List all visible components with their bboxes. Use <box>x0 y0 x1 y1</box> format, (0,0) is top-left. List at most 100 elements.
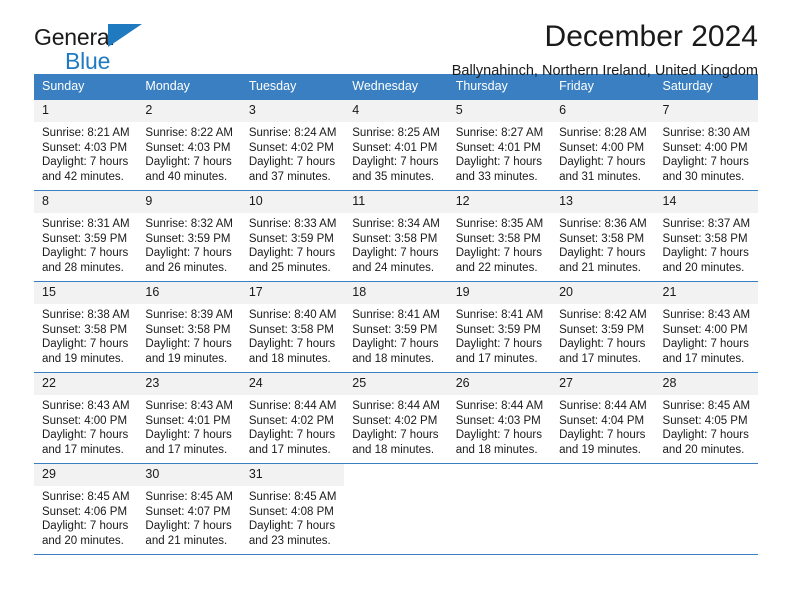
sunrise-time: Sunrise: 8:22 AM <box>145 127 233 139</box>
calendar-day-cell[interactable]: 15 Sunrise: 8:38 AM Sunset: 3:58 PM Dayligh… <box>34 281 138 373</box>
daylight-duration-line2: and 35 minutes. <box>352 170 435 183</box>
calendar-day-cell[interactable]: 3 Sunrise: 8:24 AM Sunset: 4:02 PM Daylight… <box>240 99 345 191</box>
daylight-duration-line2: and 17 minutes. <box>455 352 538 365</box>
daylight-duration-line1: Daylight: 7 hours <box>455 429 542 442</box>
day-details <box>551 486 654 490</box>
calendar-day-cell[interactable]: 30 Sunrise: 8:45 AM Sunset: 4:07 PM Dayligh… <box>137 463 241 554</box>
daylight-duration-line2: and 26 minutes. <box>145 261 228 274</box>
daylight-duration-line2: and 22 minutes. <box>455 261 538 274</box>
sunset-time: Sunset: 3:58 PM <box>662 232 748 245</box>
day-number: 17 <box>240 282 345 304</box>
sunrise-time: Sunrise: 8:35 AM <box>455 218 544 230</box>
calendar-day-cell[interactable]: 7 Sunrise: 8:30 AM Sunset: 4:00 PM Daylight… <box>654 99 758 191</box>
sunrise-time: Sunrise: 8:44 AM <box>352 400 440 412</box>
day-number: 27 <box>551 373 655 395</box>
daylight-duration-line1: Daylight: 7 hours <box>559 429 646 442</box>
calendar-bottom-rule <box>34 554 758 555</box>
calendar-day-cell[interactable]: 23 Sunrise: 8:43 AM Sunset: 4:01 PM Dayligh… <box>137 372 241 464</box>
sunrise-time: Sunrise: 8:41 AM <box>352 309 440 321</box>
day-details: Sunrise: 8:22 AM Sunset: 4:03 PM Daylight:… <box>137 122 240 184</box>
calendar-day-cell[interactable]: 26 Sunrise: 8:44 AM Sunset: 4:03 PM Dayligh… <box>447 372 552 464</box>
sunrise-time: Sunrise: 8:21 AM <box>42 127 130 139</box>
daylight-duration-line2: and 37 minutes. <box>248 170 331 183</box>
calendar-day-cell[interactable]: 1 Sunrise: 8:21 AM Sunset: 4:03 PM Daylight… <box>34 99 138 191</box>
day-number: 21 <box>654 282 758 304</box>
day-cell-content: 13 Sunrise: 8:36 AM Sunset: 3:58 PM Dayligh… <box>551 191 655 281</box>
daylight-duration-line1: Daylight: 7 hours <box>145 338 232 351</box>
daylight-duration-line1: Daylight: 7 hours <box>662 429 749 442</box>
daylight-duration-line1: Daylight: 7 hours <box>42 520 129 533</box>
sunset-time: Sunset: 3:58 PM <box>248 323 334 336</box>
calendar-day-cell[interactable]: 28 Sunrise: 8:45 AM Sunset: 4:05 PM Dayligh… <box>654 372 758 464</box>
calendar-day-cell[interactable]: 31 Sunrise: 8:45 AM Sunset: 4:08 PM Dayligh… <box>240 463 345 554</box>
weekday-header-tuesday: Tuesday <box>240 74 345 100</box>
calendar-day-cell[interactable]: 19 Sunrise: 8:41 AM Sunset: 3:59 PM Dayligh… <box>447 281 552 373</box>
daylight-duration-line2: and 42 minutes. <box>42 170 124 183</box>
calendar-day-cell[interactable]: 14 Sunrise: 8:37 AM Sunset: 3:58 PM Dayligh… <box>654 190 758 282</box>
sunrise-time: Sunrise: 8:43 AM <box>662 309 751 321</box>
day-number: 15 <box>34 282 138 304</box>
day-cell-content: 29 Sunrise: 8:45 AM Sunset: 4:06 PM Dayligh… <box>34 464 138 554</box>
day-cell-content: 23 Sunrise: 8:43 AM Sunset: 4:01 PM Dayligh… <box>137 373 241 463</box>
calendar-day-cell[interactable]: 8 Sunrise: 8:31 AM Sunset: 3:59 PM Daylight… <box>34 190 138 282</box>
daylight-duration-line2: and 33 minutes. <box>455 170 538 183</box>
calendar-day-cell[interactable]: 29 Sunrise: 8:45 AM Sunset: 4:06 PM Dayligh… <box>34 463 138 554</box>
calendar-day-cell[interactable]: 9 Sunrise: 8:32 AM Sunset: 3:59 PM Daylight… <box>137 190 241 282</box>
calendar-day-cell[interactable]: 20 Sunrise: 8:42 AM Sunset: 3:59 PM Dayligh… <box>551 281 655 373</box>
daylight-duration-line1: Daylight: 7 hours <box>455 338 542 351</box>
day-details: Sunrise: 8:25 AM Sunset: 4:01 PM Daylight:… <box>344 122 447 184</box>
day-details: Sunrise: 8:21 AM Sunset: 4:03 PM Daylight:… <box>34 122 137 184</box>
day-number: 6 <box>551 100 655 122</box>
calendar-day-cell[interactable]: 25 Sunrise: 8:44 AM Sunset: 4:02 PM Dayligh… <box>344 372 448 464</box>
day-details: Sunrise: 8:44 AM Sunset: 4:03 PM Daylight:… <box>448 395 551 457</box>
daylight-duration-line2: and 31 minutes. <box>559 170 641 183</box>
calendar-day-cell[interactable]: 11 Sunrise: 8:34 AM Sunset: 3:58 PM Dayligh… <box>344 190 448 282</box>
day-number: 7 <box>654 100 758 122</box>
day-cell-content: 18 Sunrise: 8:41 AM Sunset: 3:59 PM Dayligh… <box>344 282 448 372</box>
day-details: Sunrise: 8:44 AM Sunset: 4:02 PM Daylight:… <box>241 395 344 457</box>
day-number <box>654 464 758 486</box>
page-title: December 2024 <box>544 20 758 53</box>
calendar-day-cell[interactable]: 13 Sunrise: 8:36 AM Sunset: 3:58 PM Dayligh… <box>551 190 655 282</box>
daylight-duration-line2: and 23 minutes. <box>248 534 331 547</box>
calendar-day-cell[interactable]: 22 Sunrise: 8:43 AM Sunset: 4:00 PM Dayligh… <box>34 372 138 464</box>
day-details: Sunrise: 8:41 AM Sunset: 3:59 PM Daylight:… <box>344 304 447 366</box>
calendar-page: General Blue December 2024 Ballynahinch,… <box>0 0 792 612</box>
sunrise-time: Sunrise: 8:42 AM <box>559 309 647 321</box>
day-cell-content: 25 Sunrise: 8:44 AM Sunset: 4:02 PM Dayligh… <box>344 373 448 463</box>
calendar-day-cell[interactable]: 4 Sunrise: 8:25 AM Sunset: 4:01 PM Daylight… <box>344 99 448 191</box>
generalblue-logo[interactable]: General Blue <box>34 24 214 74</box>
day-details: Sunrise: 8:45 AM Sunset: 4:07 PM Daylight:… <box>137 486 240 548</box>
calendar-day-cell[interactable]: 6 Sunrise: 8:28 AM Sunset: 4:00 PM Daylight… <box>551 99 655 191</box>
day-number: 12 <box>447 191 552 213</box>
daylight-duration-line1: Daylight: 7 hours <box>145 247 232 260</box>
page-masthead: General Blue December 2024 Ballynahinch,… <box>34 0 758 79</box>
sunset-time: Sunset: 4:02 PM <box>248 141 334 154</box>
calendar-day-cell[interactable]: 21 Sunrise: 8:43 AM Sunset: 4:00 PM Dayligh… <box>654 281 758 373</box>
calendar-day-cell[interactable]: 16 Sunrise: 8:39 AM Sunset: 3:58 PM Dayligh… <box>137 281 241 373</box>
sunset-time: Sunset: 4:07 PM <box>145 505 231 518</box>
day-number: 4 <box>344 100 448 122</box>
day-details: Sunrise: 8:30 AM Sunset: 4:00 PM Daylight:… <box>655 122 758 184</box>
sunrise-time: Sunrise: 8:44 AM <box>248 400 337 412</box>
calendar-day-cell[interactable]: 5 Sunrise: 8:27 AM Sunset: 4:01 PM Daylight… <box>447 99 552 191</box>
calendar-week-row: 29 Sunrise: 8:45 AM Sunset: 4:06 PM Dayligh… <box>34 463 758 554</box>
day-details: Sunrise: 8:33 AM Sunset: 3:59 PM Daylight:… <box>241 213 344 275</box>
day-cell-content: 17 Sunrise: 8:40 AM Sunset: 3:58 PM Dayligh… <box>240 282 345 372</box>
calendar-day-cell[interactable]: 10 Sunrise: 8:33 AM Sunset: 3:59 PM Dayligh… <box>240 190 345 282</box>
calendar-day-cell[interactable]: 2 Sunrise: 8:22 AM Sunset: 4:03 PM Daylight… <box>137 99 241 191</box>
calendar-day-cell[interactable]: 24 Sunrise: 8:44 AM Sunset: 4:02 PM Dayligh… <box>240 372 345 464</box>
sunset-time: Sunset: 3:59 PM <box>352 323 438 336</box>
daylight-duration-line2: and 18 minutes. <box>455 443 538 456</box>
day-cell-content: 3 Sunrise: 8:24 AM Sunset: 4:02 PM Daylight… <box>240 100 345 190</box>
calendar-day-cell[interactable]: 18 Sunrise: 8:41 AM Sunset: 3:59 PM Dayligh… <box>344 281 448 373</box>
sunset-time: Sunset: 4:01 PM <box>455 141 541 154</box>
day-details <box>344 486 447 490</box>
calendar-day-cell[interactable]: 27 Sunrise: 8:44 AM Sunset: 4:04 PM Dayligh… <box>551 372 655 464</box>
day-number: 31 <box>240 464 345 486</box>
calendar-day-cell[interactable]: 12 Sunrise: 8:35 AM Sunset: 3:58 PM Dayligh… <box>447 190 552 282</box>
day-cell-content: 30 Sunrise: 8:45 AM Sunset: 4:07 PM Dayligh… <box>137 464 241 554</box>
day-details: Sunrise: 8:35 AM Sunset: 3:58 PM Daylight:… <box>448 213 551 275</box>
calendar-day-cell[interactable]: 17 Sunrise: 8:40 AM Sunset: 3:58 PM Dayligh… <box>240 281 345 373</box>
calendar-empty-cell <box>344 463 448 554</box>
